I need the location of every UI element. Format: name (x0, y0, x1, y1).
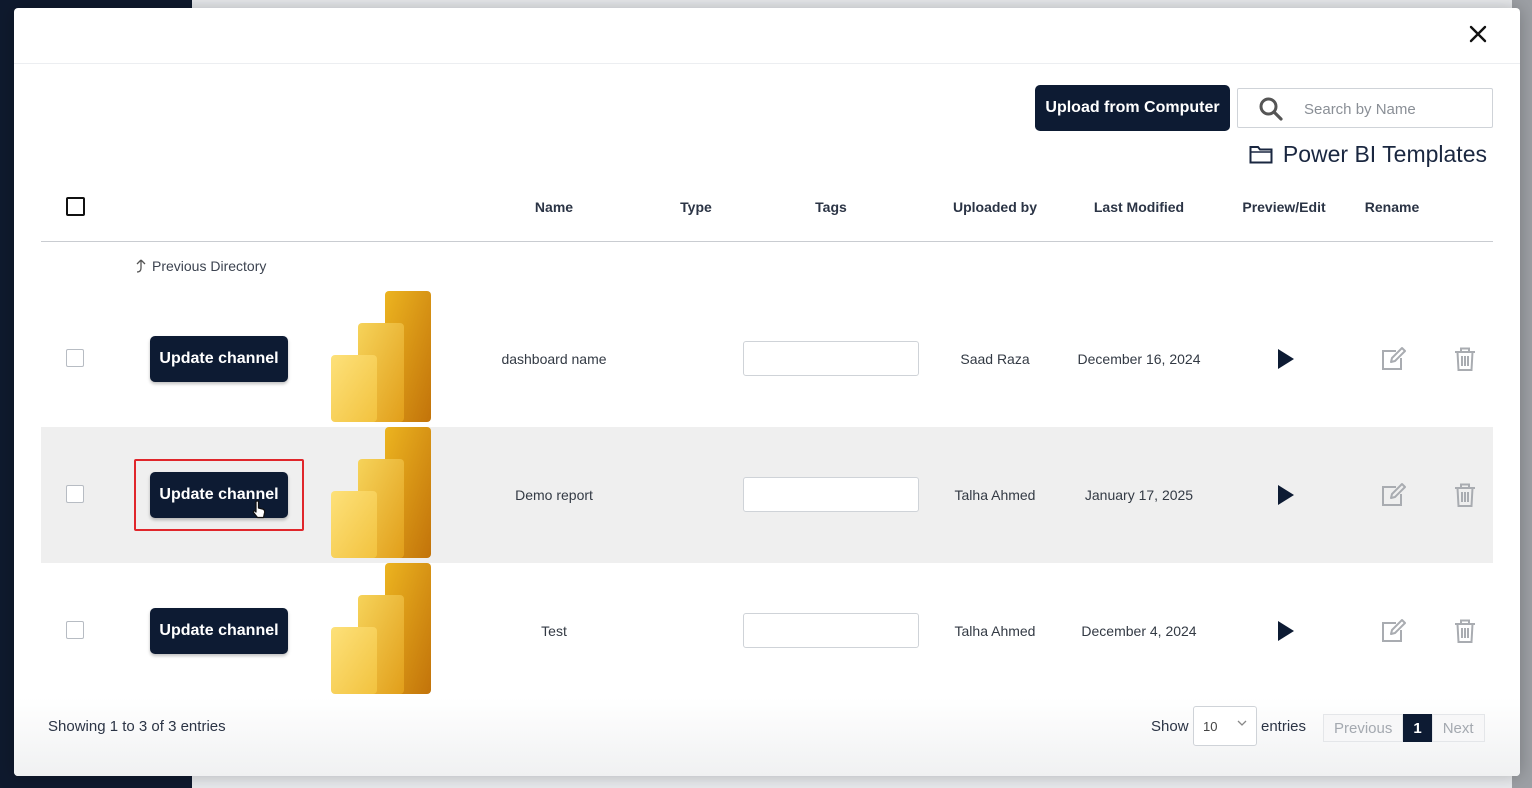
close-button[interactable] (1466, 22, 1490, 46)
row-uploaded-by: Talha Ahmed (954, 487, 1036, 503)
row-type (656, 427, 736, 563)
power-bi-icon (331, 563, 431, 694)
row-checkbox[interactable] (66, 485, 84, 503)
file-manager-modal: Upload from Computer Power BI Templates … (14, 8, 1520, 776)
next-page-button[interactable]: Next (1431, 714, 1485, 742)
play-icon (1278, 349, 1294, 369)
row-last-modified: December 4, 2024 (1081, 623, 1197, 639)
row-uploaded-by: Saad Raza (960, 351, 1030, 367)
rename-button[interactable] (1379, 345, 1407, 373)
power-bi-icon (331, 291, 431, 422)
folder-title: Power BI Templates (1242, 138, 1487, 170)
update-channel-button[interactable]: Update channel (150, 336, 288, 382)
column-name[interactable]: Name (504, 183, 604, 242)
search-icon (1259, 97, 1283, 121)
delete-button[interactable] (1451, 617, 1479, 645)
preview-button[interactable] (1270, 345, 1298, 373)
entries-summary: Showing 1 to 3 of 3 entries (48, 718, 226, 735)
table-header: Name Type Tags Uploaded by Last Modified… (41, 183, 1493, 242)
row-checkbox[interactable] (66, 349, 84, 367)
show-label: Show (1151, 718, 1189, 735)
row-name[interactable]: dashboard name (494, 291, 614, 427)
folder-title-text: Power BI Templates (1282, 140, 1487, 167)
row-checkbox[interactable] (66, 621, 84, 639)
folder-icon (1249, 146, 1273, 164)
page-size-select[interactable]: 10 (1193, 706, 1257, 746)
delete-button[interactable] (1451, 481, 1479, 509)
column-preview-edit: Preview/Edit (1242, 199, 1326, 215)
trash-icon (1455, 619, 1475, 643)
column-uploaded-by[interactable]: Uploaded by (941, 183, 1049, 242)
play-icon (1278, 485, 1294, 505)
row-uploaded-by: Talha Ahmed (954, 623, 1036, 639)
tags-input[interactable] (743, 477, 919, 512)
tags-input[interactable] (743, 613, 919, 648)
page-size-value: 10 (1203, 719, 1218, 734)
edit-icon (1382, 619, 1406, 642)
page-1-button[interactable]: 1 (1403, 714, 1432, 742)
row-last-modified: December 16, 2024 (1077, 351, 1201, 367)
power-bi-icon (331, 427, 431, 558)
hand-cursor-icon (252, 500, 266, 519)
edit-icon (1382, 483, 1406, 506)
entries-label: entries (1261, 718, 1307, 735)
trash-icon (1455, 483, 1475, 507)
close-icon (1469, 25, 1487, 43)
update-channel-button[interactable]: Update channel (150, 472, 288, 518)
row-last-modified: January 17, 2025 (1084, 487, 1194, 503)
column-last-modified[interactable]: Last Modified (1081, 183, 1197, 242)
row-type (656, 563, 736, 699)
rename-button[interactable] (1379, 617, 1407, 645)
preview-button[interactable] (1270, 617, 1298, 645)
table-footer (14, 698, 1520, 776)
modal-header (14, 8, 1520, 64)
upload-from-computer-button[interactable]: Upload from Computer (1035, 85, 1230, 131)
delete-button[interactable] (1451, 345, 1479, 373)
row-name[interactable]: Test (494, 563, 614, 699)
search-input[interactable] (1302, 95, 1482, 123)
previous-page-button[interactable]: Previous (1323, 714, 1404, 742)
pagination: Previous 1 Next (1323, 714, 1485, 742)
previous-directory-link[interactable]: Previous Directory (134, 258, 266, 274)
column-type[interactable]: Type (656, 183, 736, 242)
table-row: Update channel Demo report Talha Ahmed J… (41, 427, 1493, 563)
column-tags[interactable]: Tags (781, 183, 881, 242)
column-rename: Rename (1364, 199, 1420, 215)
search-box (1237, 88, 1493, 128)
chevron-down-icon (1237, 720, 1247, 726)
select-all-checkbox[interactable] (66, 197, 85, 216)
preview-button[interactable] (1270, 481, 1298, 509)
previous-directory-label: Previous Directory (152, 258, 267, 274)
table-row: Update channel dashboard name Saad Raza … (41, 291, 1493, 427)
update-channel-button[interactable]: Update channel (150, 608, 288, 654)
row-name[interactable]: Demo report (494, 427, 614, 563)
edit-icon (1382, 347, 1406, 370)
table-row: Update channel Test Talha Ahmed December… (41, 563, 1493, 699)
row-type (656, 291, 736, 427)
trash-icon (1455, 347, 1475, 371)
tags-input[interactable] (743, 341, 919, 376)
level-up-icon (136, 259, 146, 273)
rename-button[interactable] (1379, 481, 1407, 509)
play-icon (1278, 621, 1294, 641)
